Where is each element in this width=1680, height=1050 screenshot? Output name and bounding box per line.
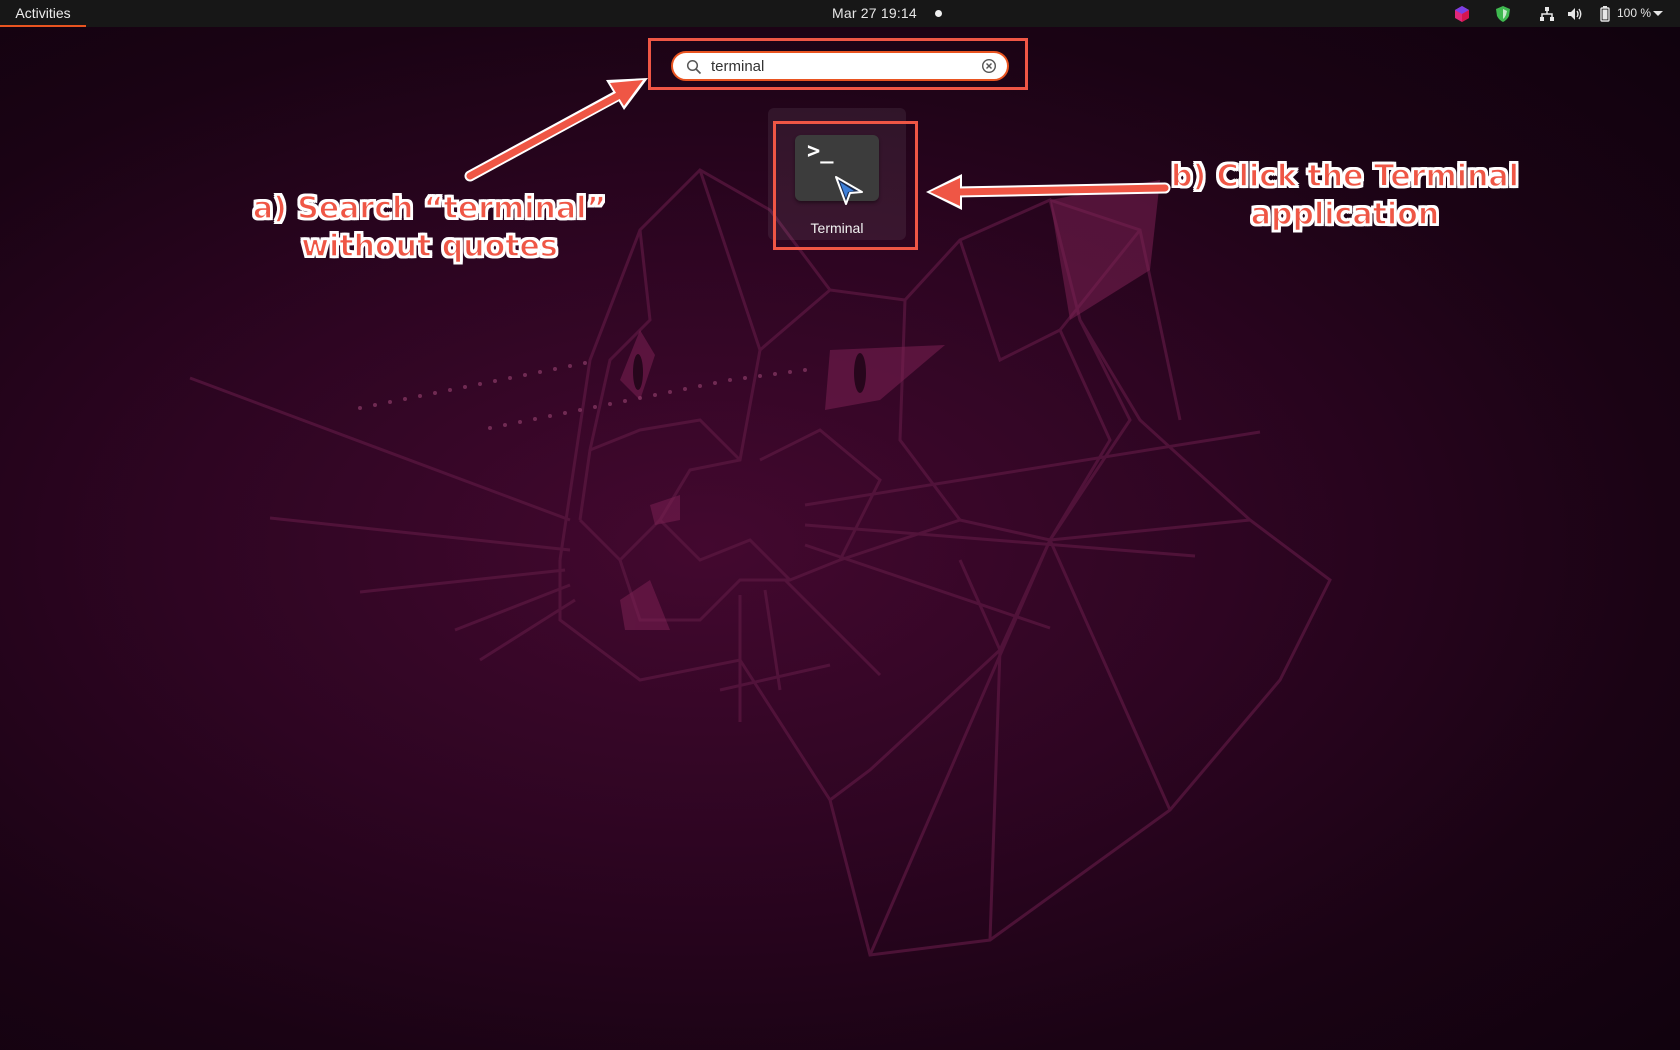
battery-percentage[interactable]: 100 % [1617,0,1651,27]
annotation-a-line2: without quotes [301,228,559,265]
terminal-app-label[interactable]: Terminal [768,220,906,236]
annotation-b-line1: b) Click the Terminal [1170,158,1519,195]
app-indicator-icon[interactable] [1453,5,1471,23]
terminal-prompt-glyph: >_ [807,139,834,164]
search-bar[interactable] [671,51,1009,81]
volume-icon[interactable] [1566,5,1584,23]
activities-button[interactable]: Activities [0,0,86,27]
annotation-b-line2: application [1250,196,1440,233]
notification-dot [935,10,942,17]
top-bar: Activities Mar 27 19:14 100 % [0,0,1680,27]
annotation-a-line1: a) Search “terminal” [252,190,607,227]
clock[interactable]: Mar 27 19:14 [832,0,917,27]
battery-icon[interactable] [1596,5,1614,23]
search-input[interactable] [711,56,961,76]
clear-icon[interactable] [981,58,997,74]
search-icon [686,59,702,75]
annotation-a: a) Search “terminal” without quotes [252,190,607,266]
network-icon[interactable] [1538,5,1556,23]
mouse-cursor-icon [835,176,863,205]
annotation-b: b) Click the Terminal application [1170,158,1520,234]
shield-icon[interactable] [1494,5,1512,23]
system-menu-arrow-icon[interactable] [1653,11,1663,16]
